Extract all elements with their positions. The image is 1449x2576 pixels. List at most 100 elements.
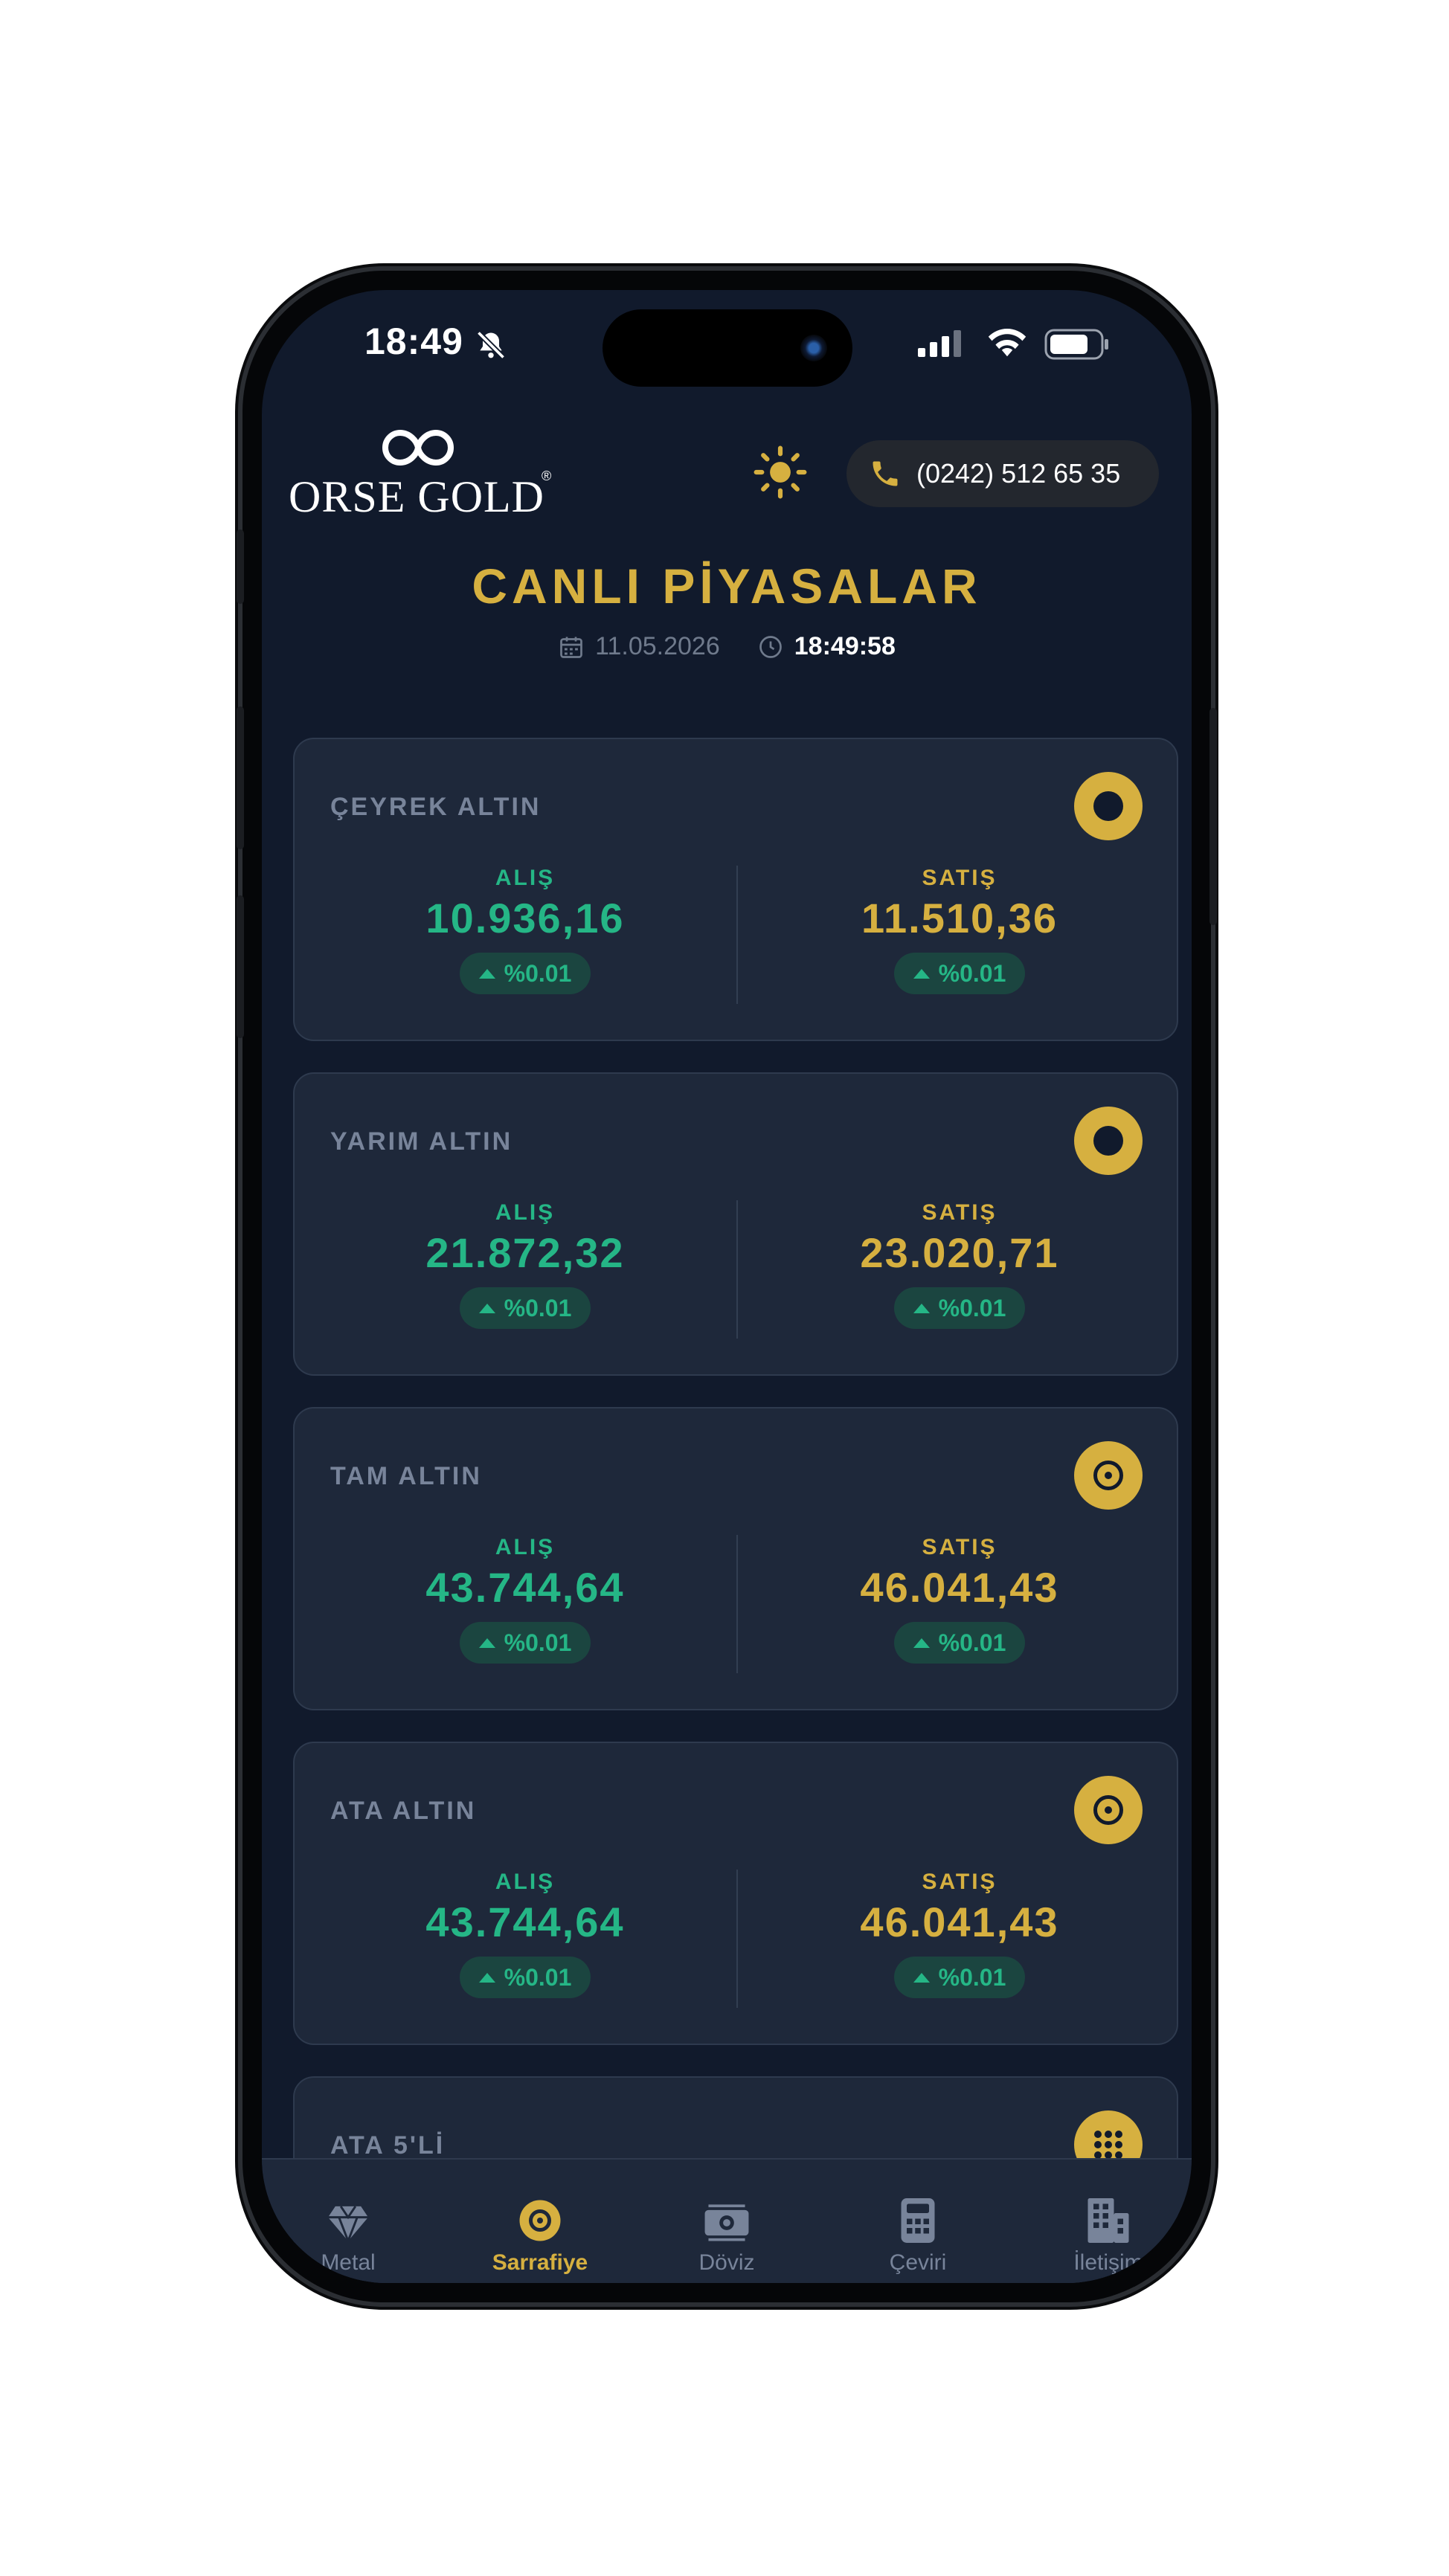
buy-change-text: %0.01: [504, 959, 572, 987]
tab-label: İletişim: [1073, 2250, 1143, 2275]
infinity-logo-icon: [382, 429, 454, 466]
sell-change-badge: %0.01: [893, 953, 1026, 994]
price-card-ceyrek[interactable]: ÇEYREK ALTIN ALIŞ 10.936,16 %0.01 SATIŞ …: [293, 738, 1178, 1041]
bottom-tab-bar: Metal Sarrafiye Döviz Çeviri İletişim: [262, 2158, 1192, 2283]
buy-change-badge: %0.01: [459, 953, 591, 994]
buy-label: ALIŞ: [495, 866, 556, 890]
card-title: TAM ALTIN: [330, 1462, 482, 1490]
sell-change-text: %0.01: [938, 1629, 1006, 1656]
buy-label: ALIŞ: [495, 1535, 556, 1559]
brand-name: ORSE GOLD: [289, 472, 545, 521]
tab-iletisim[interactable]: İletişim: [1026, 2195, 1190, 2276]
time-text: 18:49:58: [794, 632, 896, 660]
status-bar: 18:49: [262, 320, 1192, 379]
sell-price: 46.041,43: [860, 1564, 1059, 1611]
sell-column: SATIŞ 46.041,43 %0.01: [751, 1870, 1168, 1998]
tab-label: Metal: [321, 2250, 376, 2275]
sell-change-text: %0.01: [938, 959, 1006, 987]
price-card-tam[interactable]: TAM ALTIN ALIŞ 43.744,64 %0.01 SATIŞ 46.…: [293, 1407, 1178, 1710]
sell-column: SATIŞ 23.020,71 %0.01: [751, 1200, 1168, 1329]
buy-price: 10.936,16: [425, 895, 625, 941]
buy-price: 21.872,32: [425, 1229, 625, 1276]
bell-slash-icon: [475, 329, 507, 365]
coin-target-icon: [1074, 1776, 1143, 1844]
tab-ceviri[interactable]: Çeviri: [836, 2195, 1000, 2276]
card-title: ATA 5'Lİ: [330, 2131, 446, 2160]
buy-label: ALIŞ: [495, 1200, 556, 1225]
tab-doviz[interactable]: Döviz: [645, 2195, 809, 2276]
status-time: 18:49: [364, 321, 463, 362]
coin-ring-icon: [1074, 1107, 1143, 1175]
divider: [736, 866, 738, 1004]
sell-change-badge: %0.01: [893, 1622, 1026, 1664]
sell-column: SATIŞ 11.510,36 %0.01: [751, 866, 1168, 994]
sell-change-text: %0.01: [938, 1963, 1006, 1991]
battery-icon: [1044, 329, 1110, 364]
sun-icon[interactable]: [753, 445, 808, 503]
tab-label: Sarrafiye: [492, 2250, 588, 2275]
calendar-icon: [560, 637, 582, 658]
card-title: ÇEYREK ALTIN: [330, 793, 542, 821]
card-title: ATA ALTIN: [330, 1797, 477, 1825]
volume-up-button: [237, 706, 244, 849]
wifi-icon: [985, 324, 1029, 364]
calculator-icon: [836, 2195, 1000, 2243]
power-button: [1209, 708, 1217, 925]
buy-change-text: %0.01: [504, 1294, 572, 1321]
volume-down-button: [237, 895, 244, 1038]
arrow-up-icon: [478, 968, 495, 979]
arrow-up-icon: [478, 1638, 495, 1648]
buy-column: ALIŞ 43.744,64 %0.01: [317, 1535, 733, 1664]
buy-column: ALIŞ 43.744,64 %0.01: [317, 1870, 733, 1998]
sell-change-badge: %0.01: [893, 1957, 1026, 1998]
phone-icon: [869, 457, 902, 490]
tab-label: Döviz: [698, 2250, 755, 2275]
arrow-up-icon: [913, 1303, 930, 1313]
coin-ring-icon: [1074, 772, 1143, 840]
app-screen: 18:49 ORSE GOLD ® (0242) 512 65 35 CANLI…: [262, 290, 1192, 2283]
arrow-up-icon: [913, 1638, 930, 1648]
banknote-icon: [645, 2195, 809, 2243]
date-time-row: 11.05.2026 18:49:58: [262, 632, 1192, 661]
divider: [736, 1870, 738, 2008]
sell-label: SATIŞ: [922, 1535, 997, 1559]
card-title: YARIM ALTIN: [330, 1127, 513, 1156]
sell-price: 46.041,43: [860, 1899, 1059, 1945]
sell-label: SATIŞ: [922, 1200, 997, 1225]
tab-label: Çeviri: [889, 2250, 947, 2275]
tab-sarrafiye[interactable]: Sarrafiye: [458, 2195, 622, 2276]
buy-change-badge: %0.01: [459, 1957, 591, 1998]
buy-change-text: %0.01: [504, 1963, 572, 1991]
call-button[interactable]: (0242) 512 65 35: [846, 440, 1159, 507]
tab-metal[interactable]: Metal: [266, 2195, 430, 2276]
sell-label: SATIŞ: [922, 1870, 997, 1894]
divider: [736, 1535, 738, 1673]
brand-logo: ORSE GOLD ®: [289, 427, 551, 524]
sell-price: 23.020,71: [860, 1229, 1059, 1276]
time-display: 18:49:58: [757, 632, 896, 661]
coin-target-icon: [1074, 1441, 1143, 1510]
sell-price: 11.510,36: [861, 895, 1058, 941]
buy-change-badge: %0.01: [459, 1287, 591, 1329]
price-card-yarim[interactable]: YARIM ALTIN ALIŞ 21.872,32 %0.01 SATIŞ 2…: [293, 1072, 1178, 1376]
date-text: 11.05.2026: [595, 632, 720, 660]
phone-number: (0242) 512 65 35: [916, 458, 1121, 489]
price-card-ata[interactable]: ATA ALTIN ALIŞ 43.744,64 %0.01 SATIŞ 46.…: [293, 1742, 1178, 2045]
arrow-up-icon: [913, 1972, 930, 1983]
arrow-up-icon: [478, 1972, 495, 1983]
sell-column: SATIŞ 46.041,43 %0.01: [751, 1535, 1168, 1664]
diamond-icon: [266, 2195, 430, 2243]
date-display: 11.05.2026: [558, 632, 720, 661]
buy-change-text: %0.01: [504, 1629, 572, 1656]
arrow-up-icon: [913, 968, 930, 979]
buy-change-badge: %0.01: [459, 1622, 591, 1664]
clock-icon: [759, 635, 782, 658]
arrow-up-icon: [478, 1303, 495, 1313]
action-button: [237, 529, 244, 604]
building-icon: [1026, 2195, 1190, 2243]
sell-change-badge: %0.01: [893, 1287, 1026, 1329]
cellular-signal-icon: [918, 329, 966, 362]
sell-change-text: %0.01: [938, 1294, 1006, 1321]
sell-label: SATIŞ: [922, 866, 997, 890]
buy-column: ALIŞ 21.872,32 %0.01: [317, 1200, 733, 1329]
